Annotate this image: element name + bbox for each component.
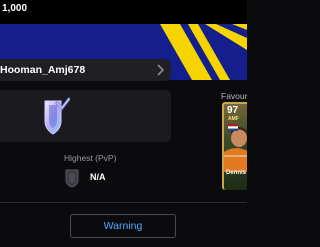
top-bar: 1,000 [0, 0, 247, 24]
player-name: Hooman_Amj678 [0, 64, 86, 76]
favourite-label: Favour [221, 91, 248, 101]
card-position: AMF [228, 116, 239, 122]
netherlands-flag-icon [228, 124, 238, 131]
card-rating: 97 [227, 105, 239, 116]
warning-button[interactable]: Warning [70, 214, 176, 238]
card-player-name: Dennis [226, 170, 247, 176]
favourite-player-card[interactable]: 97 AMF Dennis [222, 102, 247, 190]
shield-checkmark-icon [44, 97, 70, 135]
badge-panel[interactable] [0, 90, 171, 142]
chevron-right-icon [157, 64, 165, 76]
footer-divider [0, 202, 247, 203]
rank-shield-icon [65, 169, 79, 188]
highest-pvp-label: Highest (PvP) [64, 153, 117, 163]
highest-pvp-value: N/A [90, 172, 106, 182]
profile-name-row[interactable]: Hooman_Amj678 [0, 59, 171, 81]
coin-balance: 1,000 [2, 3, 28, 14]
